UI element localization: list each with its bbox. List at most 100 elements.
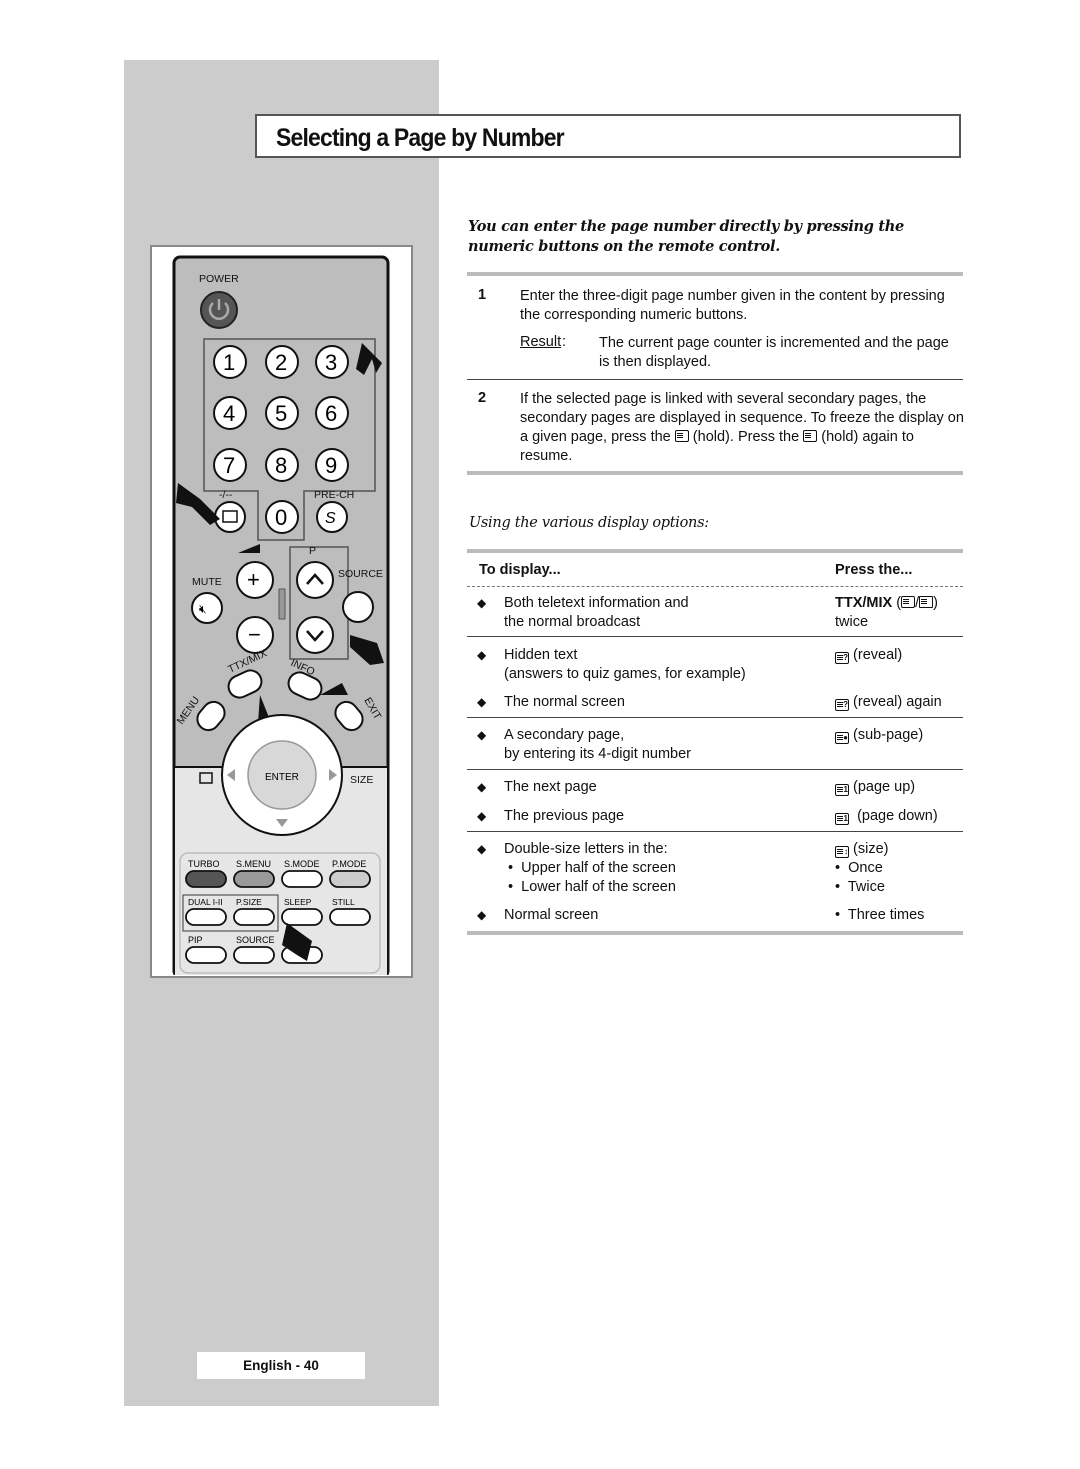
p-label: P bbox=[309, 545, 316, 557]
bottom-button bbox=[329, 870, 371, 888]
row-press: 1 (page up) bbox=[835, 778, 965, 797]
bottom-button bbox=[281, 870, 323, 888]
bottom-button-label: SOURCE bbox=[236, 935, 275, 945]
digit-label: 2 bbox=[275, 350, 287, 375]
digit-label: 6 bbox=[325, 401, 337, 426]
row-press: ● (sub-page) bbox=[835, 726, 965, 745]
result-text: The current page counter is incremented … bbox=[599, 335, 949, 370]
channel-down-button bbox=[296, 616, 334, 654]
bottom-button bbox=[185, 908, 227, 926]
row-press: • Three times bbox=[835, 907, 925, 923]
step-number: 1 bbox=[478, 287, 487, 303]
digit-label: 3 bbox=[325, 350, 337, 375]
bottom-button bbox=[329, 908, 371, 926]
step-text: If the selected page is linked with seve… bbox=[520, 390, 965, 466]
mute-button bbox=[191, 592, 223, 624]
table-top-rule bbox=[467, 549, 963, 553]
diamond-bullet-icon: ◆ bbox=[477, 728, 487, 742]
header-divider bbox=[467, 586, 963, 587]
page-title: Selecting a Page by Number bbox=[276, 124, 565, 152]
digit-label: 7 bbox=[223, 453, 235, 478]
column-header-display: To display... bbox=[479, 562, 561, 578]
row-desc: Hidden text (answers to quiz games, for e… bbox=[504, 647, 746, 682]
hold-icon bbox=[803, 430, 818, 442]
row-press: TTX/MIX (/) twice bbox=[835, 595, 938, 630]
size-icon: ↕ bbox=[835, 846, 849, 858]
diamond-bullet-icon: ◆ bbox=[477, 809, 487, 823]
row-desc: The normal screen bbox=[504, 694, 625, 710]
row-divider bbox=[467, 831, 963, 832]
row-press: ? (reveal) again bbox=[835, 693, 965, 712]
bottom-button-label: S.MENU bbox=[236, 859, 271, 869]
sub-page-icon: ● bbox=[835, 732, 849, 744]
digit-label: 4 bbox=[223, 401, 235, 426]
diamond-bullet-icon: ◆ bbox=[477, 648, 487, 662]
row-press: ↕ (size) • Once • Twice bbox=[835, 841, 889, 895]
teletext-icon bbox=[901, 596, 916, 608]
prech-icon: S bbox=[325, 510, 336, 527]
table-bottom-rule bbox=[467, 931, 963, 935]
bottom-button bbox=[233, 870, 275, 888]
remote-control-illustration: POWER 1 2 3 4 5 6 7 8 9 0 -/-- PRE-CH S MUTE 🔇︎ +… bbox=[172, 255, 390, 975]
bottom-button-label: P.MODE bbox=[332, 859, 366, 869]
bottom-button-label: STILL bbox=[332, 897, 355, 907]
digit-label: 1 bbox=[223, 350, 235, 375]
power-label: POWER bbox=[199, 273, 239, 285]
diamond-bullet-icon: ◆ bbox=[477, 842, 487, 856]
row-desc: The next page bbox=[504, 779, 597, 795]
subheading: Using the various display options: bbox=[469, 515, 709, 531]
digit-label: 5 bbox=[275, 401, 287, 426]
row-desc: Normal screen bbox=[504, 907, 599, 923]
step-text: Enter the three-digit page number given … bbox=[520, 288, 945, 323]
bottom-button-label: DUAL I-II bbox=[188, 897, 223, 907]
prech-label: PRE-CH bbox=[314, 489, 354, 501]
digit-label: 0 bbox=[275, 505, 287, 530]
bottom-button-label: SLEEP bbox=[284, 897, 312, 907]
mute-label: MUTE bbox=[192, 576, 222, 588]
diamond-bullet-icon: ◆ bbox=[477, 908, 487, 922]
result-colon: : bbox=[562, 334, 567, 350]
bottom-button-label: PIP bbox=[188, 935, 203, 945]
title-box: Selecting a Page by Number bbox=[255, 114, 961, 158]
diamond-bullet-icon: ◆ bbox=[477, 695, 487, 709]
reveal-icon: ? bbox=[835, 652, 849, 664]
bottom-button bbox=[281, 908, 323, 926]
plus-icon: + bbox=[247, 567, 260, 592]
diamond-bullet-icon: ◆ bbox=[477, 780, 487, 794]
page-up-icon: 1 bbox=[835, 784, 849, 796]
digit-label: 9 bbox=[325, 453, 337, 478]
row-press: ? (reveal) bbox=[835, 646, 965, 665]
diamond-bullet-icon: ◆ bbox=[477, 596, 487, 610]
reveal-icon: ? bbox=[835, 699, 849, 711]
bottom-button-label: P.SIZE bbox=[236, 897, 262, 907]
row-desc: Double-size letters in the: • Upper half… bbox=[504, 841, 676, 895]
hold-icon bbox=[674, 430, 689, 442]
section-rule bbox=[467, 272, 963, 276]
row-desc: Both teletext information and the normal … bbox=[504, 595, 689, 630]
bottom-button-label: S.MODE bbox=[284, 859, 320, 869]
section-rule bbox=[467, 471, 963, 475]
row-desc: The previous page bbox=[504, 808, 625, 824]
mix-icon bbox=[919, 596, 934, 608]
rocker-divider bbox=[278, 588, 286, 620]
digit-label: 8 bbox=[275, 453, 287, 478]
size-label: SIZE bbox=[350, 774, 373, 786]
enter-label: ENTER bbox=[265, 772, 299, 783]
source-label: SOURCE bbox=[338, 568, 383, 580]
dash-label: -/-- bbox=[219, 489, 233, 501]
row-press: 1 (page down) bbox=[835, 807, 965, 826]
bottom-button bbox=[185, 870, 227, 888]
dash-button bbox=[214, 501, 246, 533]
bottom-button bbox=[233, 908, 275, 926]
column-header-press: Press the... bbox=[835, 562, 913, 578]
bottom-button bbox=[233, 946, 275, 964]
step-divider bbox=[467, 379, 963, 380]
row-divider bbox=[467, 769, 963, 770]
mute-icon: 🔇︎ bbox=[199, 602, 207, 616]
page-number-footer: English - 40 bbox=[197, 1352, 365, 1379]
channel-up-button bbox=[296, 561, 334, 599]
bottom-button bbox=[185, 946, 227, 964]
result-label: Result bbox=[520, 334, 562, 350]
step-text-part: (hold). Press the bbox=[688, 429, 804, 445]
row-desc: A secondary page, by entering its 4-digit… bbox=[504, 727, 691, 762]
